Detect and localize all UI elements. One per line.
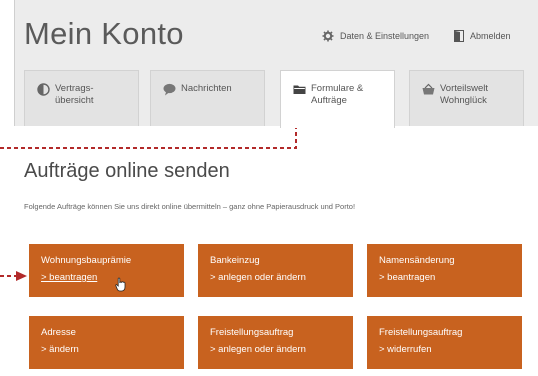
tab-label: Formulare & Aufträge — [311, 83, 364, 106]
tab-formulare-auftraege[interactable]: Formulare & Aufträge — [280, 70, 395, 128]
card-adresse[interactable]: Adresse > ändern — [29, 316, 184, 369]
settings-label: Daten & Einstellungen — [340, 31, 430, 41]
card-action-link[interactable]: > beantragen — [379, 272, 435, 283]
settings-link[interactable]: Daten & Einstellungen — [322, 30, 429, 42]
folder-icon — [293, 85, 306, 94]
gear-icon — [322, 30, 334, 42]
logout-link[interactable]: Abmelden — [454, 30, 511, 42]
speech-bubble-icon — [163, 83, 176, 96]
card-title: Freistellungsauftrag — [210, 327, 294, 338]
card-action-link[interactable]: > ändern — [41, 344, 79, 355]
card-title: Wohnungsbauprämie — [41, 255, 132, 266]
card-action-link[interactable]: > beantragen — [41, 272, 97, 283]
door-icon — [454, 30, 464, 42]
tab-label: Vorteilswelt Wohnglück — [440, 83, 489, 106]
hand-cursor-icon — [115, 277, 126, 292]
card-title: Freistellungsauftrag — [379, 327, 463, 338]
tab-nachrichten[interactable]: Nachrichten — [150, 70, 265, 126]
page-title: Mein Konto — [24, 16, 184, 51]
section-title: Aufträge online senden — [24, 160, 230, 182]
tab-label: Nachrichten — [181, 83, 232, 94]
tab-bar: Vertrags- übersicht Nachrichten Formular… — [14, 70, 538, 128]
card-wohnungsbaupraemie[interactable]: Wohnungsbauprämie > beantragen — [29, 244, 184, 297]
basket-icon — [422, 83, 435, 95]
half-circle-icon — [37, 83, 50, 96]
tab-vorteilswelt[interactable]: Vorteilswelt Wohnglück — [409, 70, 524, 126]
tab-label: Vertrags- übersicht — [55, 83, 94, 106]
card-freistellungsauftrag-anlegen[interactable]: Freistellungsauftrag > anlegen oder ände… — [198, 316, 353, 369]
header: Mein Konto Daten & Einstellungen Abmelde… — [14, 0, 538, 66]
main-content: Aufträge online senden Folgende Aufträge… — [14, 126, 538, 376]
card-action-link[interactable]: > widerrufen — [379, 344, 432, 355]
intro-text: Folgende Aufträge können Sie uns direkt … — [24, 202, 356, 211]
card-freistellungsauftrag-widerrufen[interactable]: Freistellungsauftrag > widerrufen — [367, 316, 522, 369]
card-title: Adresse — [41, 327, 76, 338]
tab-vertragsuebersicht[interactable]: Vertrags- übersicht — [24, 70, 139, 126]
card-title: Namensänderung — [379, 255, 455, 266]
logout-label: Abmelden — [470, 31, 511, 41]
card-bankeinzug[interactable]: Bankeinzug > anlegen oder ändern — [198, 244, 353, 297]
card-namensaenderung[interactable]: Namensänderung > beantragen — [367, 244, 522, 297]
card-title: Bankeinzug — [210, 255, 260, 266]
card-action-link[interactable]: > anlegen oder ändern — [210, 272, 306, 283]
card-action-link[interactable]: > anlegen oder ändern — [210, 344, 306, 355]
